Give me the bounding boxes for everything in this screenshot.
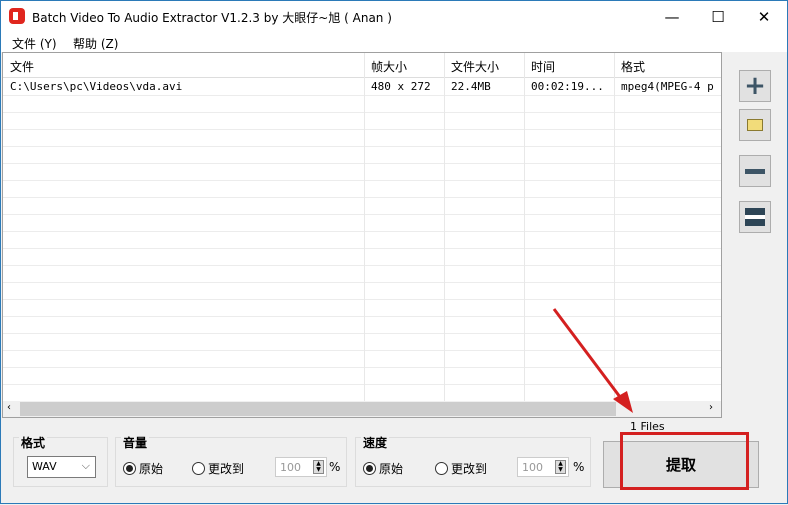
annotation-arrow [552, 308, 633, 413]
